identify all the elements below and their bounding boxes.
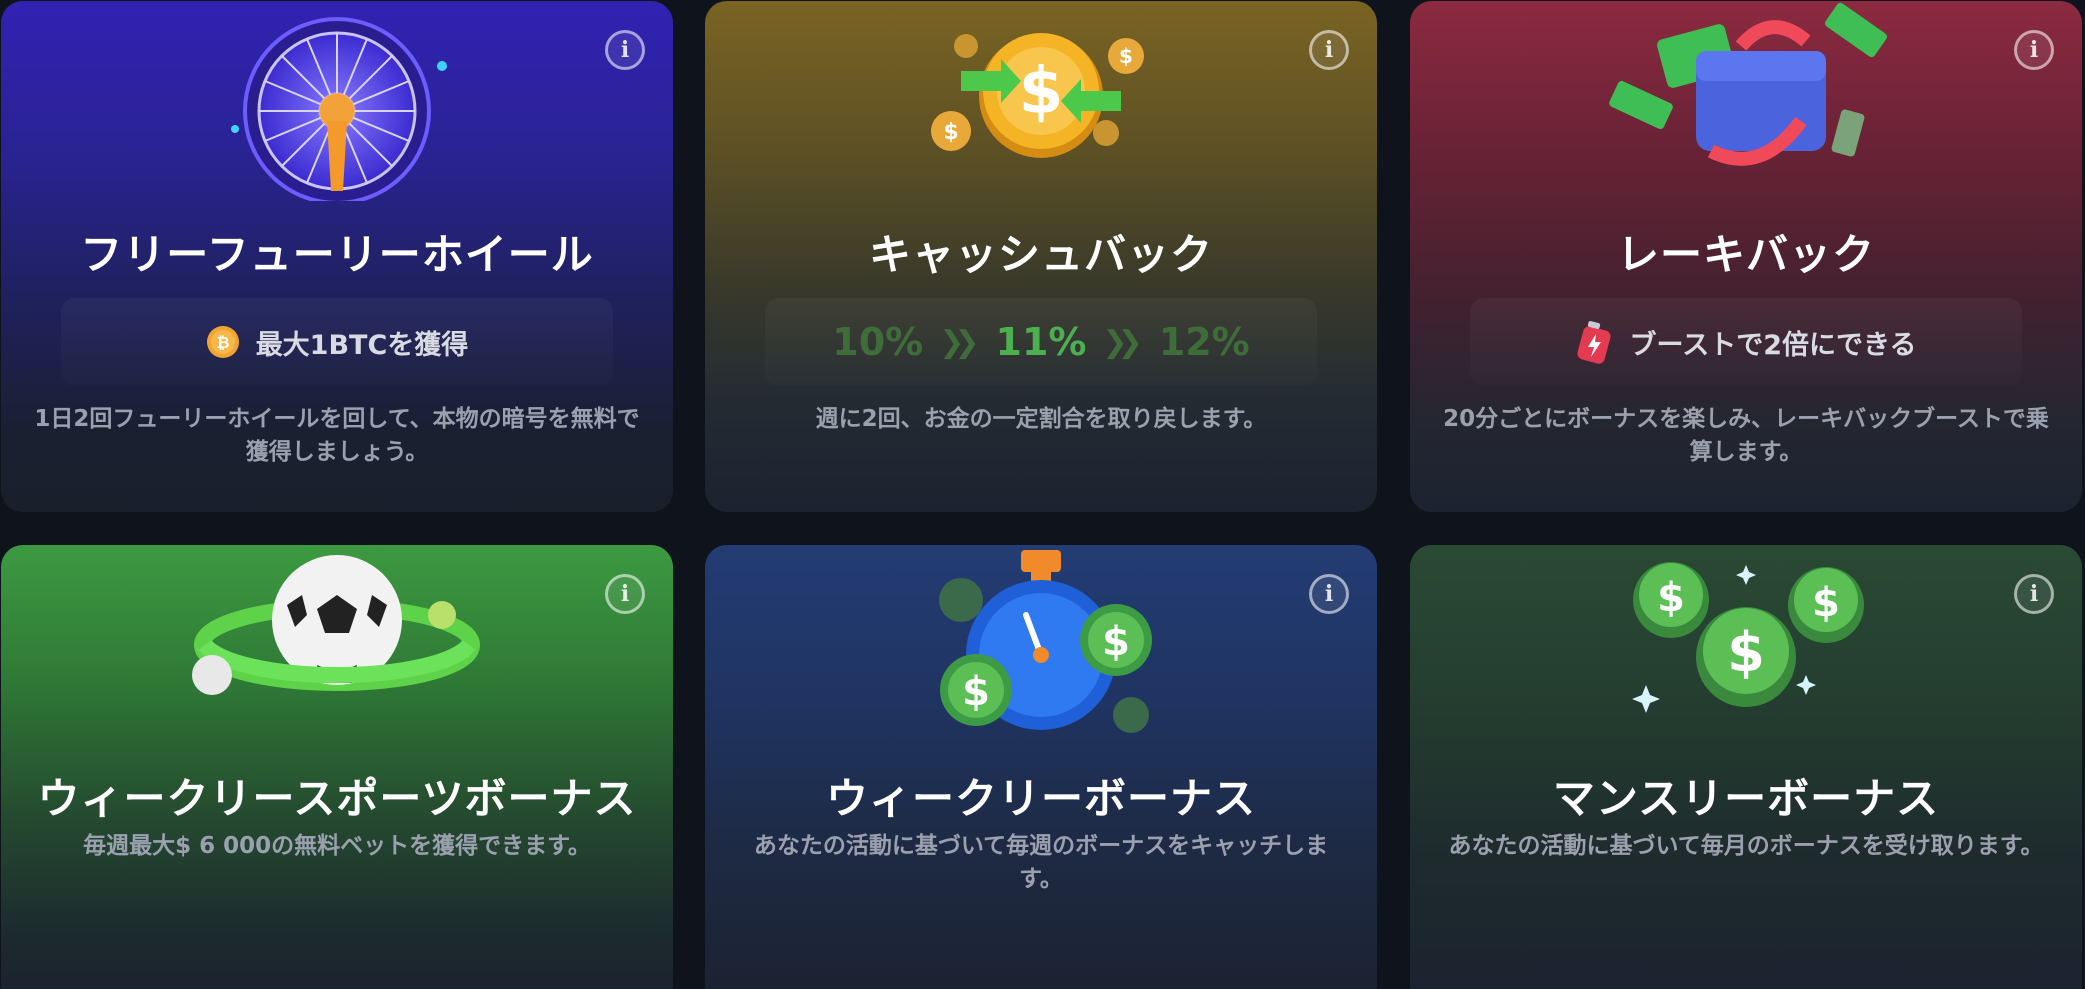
cashback-tier-2: 11% [995,320,1087,364]
sports-bonus-art [1,545,673,745]
fortune-wheel-icon [231,17,447,201]
feature-text: 最大1BTCを獲得 [255,329,469,361]
card-title: レーキバック [1616,230,1875,279]
wallet-cash-icon [1609,2,1888,166]
svg-text:$: $ [943,120,958,145]
rakeback-art [1410,1,2082,201]
cashback-tier-1: 10% [832,320,924,364]
weekly-sports-bonus-card[interactable]: i ウィークリースポーツボーナス 毎週最大$ 6 000の無料ベットを獲得できま… [1,545,673,989]
cashback-tier-3: 12% [1158,320,1250,364]
svg-text:$: $ [1727,621,1765,684]
cashback-art: $ $ $ [705,1,1377,201]
stopwatch-icon: $ $ [939,550,1152,733]
card-description: 週に2回、お金の一定割合を取り戻します。 [815,406,1267,432]
svg-text:₿: ₿ [216,333,229,352]
bitcoin-coin-icon: ₿ [206,326,239,358]
svg-text:$: $ [1019,55,1064,129]
bonus-grid: i フリーフューリーホイール ₿ 最大1BTCを獲得 1日2回フューリーホイール… [0,0,2085,989]
feature-text: ブーストで2倍にできる [1629,329,1917,361]
fury-wheel-art [1,1,673,201]
svg-text:$: $ [1102,619,1130,665]
card-description: 1日2回フューリーホイールを回して、本物の暗号を無料で獲得しましょう。 [34,406,640,465]
svg-text:$: $ [1119,44,1133,68]
card-title: ウィークリーボーナス [825,774,1256,823]
monthly-bonus-art: $ $ $ [1410,545,2082,745]
cashback-tiers: 10% ❯❯ 11% ❯❯ 12% [765,298,1317,386]
dollar-coin-icon: $ $ $ [931,33,1144,158]
green-coins-icon: $ $ $ [1632,562,1864,713]
svg-text:$: $ [1657,575,1685,621]
card-description: 毎週最大$ 6 000の無料ベットを獲得できます。 [83,833,591,859]
svg-text:$: $ [1812,580,1840,626]
fury-wheel-card[interactable]: i フリーフューリーホイール ₿ 最大1BTCを獲得 1日2回フューリーホイール… [1,1,673,512]
rakeback-card[interactable]: i レーキバック ブーストで2倍にできる 20分ごとにボーナスを楽しみ、レーキバ… [1410,1,2082,512]
card-description: 20分ごとにボーナスを楽しみ、レーキバックブーストで乗算します。 [1443,406,2049,465]
card-description: あなたの活動に基づいて毎週のボーナスをキャッチします。 [753,833,1329,892]
feature-row: ₿ 最大1BTCを獲得 [61,298,613,386]
card-title: キャッシュバック [868,230,1213,279]
soccer-ball-icon [192,555,480,695]
cashback-card[interactable]: i $ $ $ キャッシュバック 10% ❯❯ 11% ❯❯ 12% 週に2回、… [705,1,1377,512]
weekly-bonus-art: $ $ [705,545,1377,745]
svg-text:$: $ [962,669,990,715]
card-title: フリーフューリーホイール [80,230,594,279]
feature-row: ブーストで2倍にできる [1470,298,2022,386]
battery-boost-icon [1576,320,1611,364]
card-title: マンスリーボーナス [1552,774,1940,823]
chevron-right-icon: ❯❯ [1102,324,1142,360]
card-description: あなたの活動に基づいて毎月のボーナスを受け取ります。 [1448,833,2044,859]
chevron-right-icon: ❯❯ [939,324,979,360]
monthly-bonus-card[interactable]: i $ $ $ マンスリーボーナス あなたの活動に基づいて毎月のボーナスを受け取… [1410,545,2082,989]
card-title: ウィークリースポーツボーナス [37,774,637,823]
weekly-bonus-card[interactable]: i $ $ ウィークリーボーナス あなたの活動に基づいて毎週のボーナスをキャッチ… [705,545,1377,989]
